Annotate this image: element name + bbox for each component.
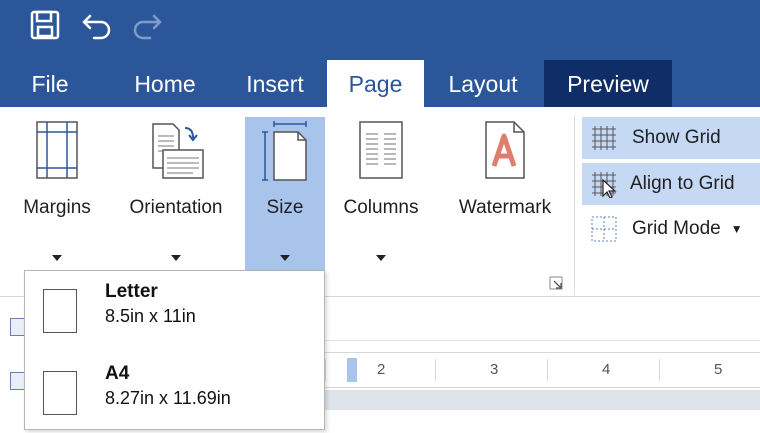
grid-mode-label: Grid Mode xyxy=(632,218,721,239)
ruler-tick xyxy=(659,359,660,381)
columns-label: Columns xyxy=(343,197,419,218)
tab-layout[interactable]: Layout xyxy=(432,60,534,107)
page-icon xyxy=(43,289,77,333)
undo-icon xyxy=(82,14,111,40)
tab-home[interactable]: Home xyxy=(115,60,215,107)
align-to-grid-button[interactable]: Align to Grid xyxy=(582,163,760,205)
grid-icon xyxy=(592,126,616,150)
grid-mode-icon xyxy=(591,216,617,242)
watermark-label: Watermark xyxy=(458,197,552,218)
tab-insert[interactable]: Insert xyxy=(225,60,325,107)
title-bar xyxy=(0,0,760,60)
ruler-number: 4 xyxy=(602,361,611,378)
ruler-number: 2 xyxy=(377,361,386,378)
orientation-label: Orientation xyxy=(129,197,223,218)
watermark-button[interactable]: Watermark xyxy=(442,117,568,277)
group-separator xyxy=(574,115,575,295)
size-option-a4[interactable]: A4 8.27in x 11.69in xyxy=(25,353,324,433)
grid-mode-button[interactable]: Grid Mode ▼ xyxy=(582,208,760,250)
columns-button[interactable]: Columns xyxy=(332,117,430,277)
align-to-grid-label: Align to Grid xyxy=(630,173,735,194)
ruler-tick xyxy=(547,359,548,381)
size-option-name: A4 xyxy=(105,363,130,384)
tab-file[interactable]: File xyxy=(0,60,100,107)
size-chevron-down-icon xyxy=(280,255,290,261)
save-button[interactable] xyxy=(28,8,62,42)
size-icon xyxy=(262,121,307,181)
margins-icon xyxy=(36,121,78,179)
page-background xyxy=(325,390,760,410)
columns-chevron-down-icon xyxy=(376,255,386,261)
dialog-launcher-icon[interactable] xyxy=(549,276,563,290)
orientation-icon xyxy=(152,123,204,179)
show-grid-button[interactable]: Show Grid xyxy=(582,117,760,159)
size-option-letter[interactable]: Letter 8.5in x 11in xyxy=(25,271,324,351)
undo-button[interactable] xyxy=(80,8,114,42)
tab-page[interactable]: Page xyxy=(327,60,424,107)
size-option-name: Letter xyxy=(105,281,158,302)
align-grid-icon xyxy=(592,172,617,198)
redo-icon xyxy=(133,14,162,40)
tab-preview[interactable]: Preview xyxy=(544,60,672,107)
horizontal-ruler[interactable]: 2 3 4 5 xyxy=(325,352,760,388)
ruler-tick xyxy=(325,359,326,381)
margins-label: Margins xyxy=(23,197,91,218)
size-label: Size xyxy=(266,197,304,218)
watermark-icon xyxy=(485,121,525,179)
ruler-number: 5 xyxy=(714,361,723,378)
columns-icon xyxy=(359,121,403,179)
ribbon-tabs: File Home Insert Page Layout Preview xyxy=(0,60,760,107)
ruler-divider xyxy=(325,340,760,341)
size-option-dims: 8.5in x 11in xyxy=(105,306,196,326)
orientation-chevron-down-icon xyxy=(171,255,181,261)
page-icon xyxy=(43,371,77,415)
margins-chevron-down-icon xyxy=(52,255,62,261)
redo-button[interactable] xyxy=(130,8,164,42)
ruler-number: 3 xyxy=(490,361,499,378)
grid-mode-chevron-down-icon: ▼ xyxy=(730,222,743,236)
save-icon xyxy=(30,10,60,40)
size-dropdown-menu: Letter 8.5in x 11in A4 8.27in x 11.69in xyxy=(24,270,325,430)
orientation-button[interactable]: Orientation xyxy=(116,117,236,277)
size-button[interactable]: Size xyxy=(245,117,325,277)
ribbon-panel: Margins Orientation Size Columns Waterma… xyxy=(0,107,760,297)
show-grid-label: Show Grid xyxy=(632,127,721,148)
ruler-tick xyxy=(435,359,436,381)
size-option-dims: 8.27in x 11.69in xyxy=(105,388,231,408)
margins-button[interactable]: Margins xyxy=(10,117,104,277)
ruler-indent-marker[interactable] xyxy=(347,358,357,382)
